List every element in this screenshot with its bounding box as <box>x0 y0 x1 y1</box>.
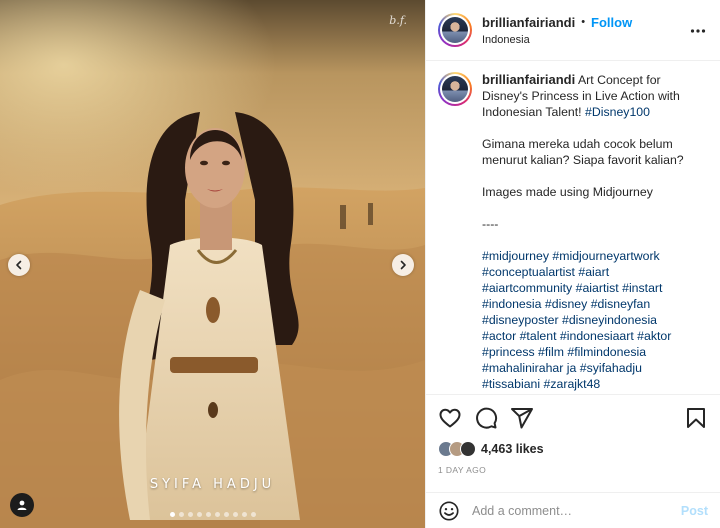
comments-area[interactable]: brillianfairiandi Art Concept for Disney… <box>426 62 720 394</box>
carousel-dot <box>196 512 202 517</box>
caption-username[interactable]: brillianfairiandi <box>482 72 575 87</box>
hashtag-line[interactable]: #tissabiani #zarajkt48 <box>482 376 704 392</box>
post-media[interactable]: b.f. SYIFA HADJU <box>0 0 425 528</box>
hashtag-line[interactable]: #aiartcommunity #aiartist #instart <box>482 280 704 296</box>
carousel-dot <box>232 512 238 517</box>
carousel-dot <box>214 512 220 517</box>
post-image <box>0 0 425 528</box>
caption-text: brillianfairiandi Art Concept for Disney… <box>482 72 704 392</box>
likes-count[interactable]: 4,463 likes <box>481 442 544 456</box>
location-link[interactable]: Indonesia <box>482 34 632 46</box>
post-side-panel: brillianfairiandi • Follow Indonesia bri… <box>425 0 720 528</box>
hashtag-link[interactable]: #Disney100 <box>585 105 650 119</box>
caption-row: brillianfairiandi Art Concept for Disney… <box>438 72 708 392</box>
follow-button[interactable]: Follow <box>591 15 632 30</box>
bookmark-icon[interactable] <box>684 406 708 430</box>
carousel-dot <box>250 512 256 517</box>
comment-icon[interactable] <box>474 406 498 430</box>
post-actions: 4,463 likes 1 DAY AGO <box>426 394 720 492</box>
chevron-left-icon <box>16 260 22 270</box>
caption-paragraph: Gimana mereka udah cocok belum menurut k… <box>482 137 684 167</box>
watermark: b.f. <box>389 14 407 27</box>
header-username[interactable]: brillianfairiandi <box>482 15 575 30</box>
caption-paragraph: Images made using Midjourney <box>482 185 653 199</box>
comment-input[interactable] <box>472 503 681 518</box>
emoji-icon[interactable] <box>438 500 460 522</box>
avatar <box>460 441 476 457</box>
hashtag-block[interactable]: #midjourney #midjourneyartwork #conceptu… <box>482 248 704 392</box>
hashtag-line[interactable]: #conceptualartist #aiart <box>482 264 704 280</box>
hashtag-line[interactable]: #actor #talent #indonesiaart #aktor <box>482 328 704 344</box>
carousel-dot <box>205 512 211 517</box>
hashtag-line[interactable]: #disneyposter #disneyindonesia <box>482 312 704 328</box>
hashtag-line[interactable]: #princess #film #filmindonesia <box>482 344 704 360</box>
carousel-dot <box>223 512 229 517</box>
hashtag-line[interactable]: #mahalinirahar ja #syifahadju <box>482 360 704 376</box>
carousel-dot <box>187 512 193 517</box>
liked-by-avatars[interactable] <box>438 441 476 457</box>
chevron-right-icon <box>400 260 406 270</box>
hashtag-line[interactable]: #indonesia #disney #disneyfan <box>482 296 704 312</box>
post-comment-button[interactable]: Post <box>681 504 708 518</box>
post-timestamp[interactable]: 1 DAY AGO <box>438 465 708 475</box>
post-header: brillianfairiandi • Follow Indonesia <box>426 0 720 61</box>
image-caption: SYIFA HADJU <box>149 477 276 492</box>
carousel-dot <box>178 512 184 517</box>
separator-dot: • <box>581 16 586 28</box>
avatar[interactable] <box>438 13 472 47</box>
caption-avatar[interactable] <box>438 72 472 106</box>
caption-divider: ---- <box>482 217 499 231</box>
carousel-dot <box>169 512 175 517</box>
carousel-dot <box>241 512 247 517</box>
previous-slide-button[interactable] <box>8 254 30 276</box>
comment-bar: Post <box>426 492 720 528</box>
carousel-indicators <box>0 512 425 517</box>
share-icon[interactable] <box>510 406 534 430</box>
more-icon[interactable] <box>690 24 706 38</box>
heart-icon[interactable] <box>438 406 462 430</box>
next-slide-button[interactable] <box>392 254 414 276</box>
user-tag-icon <box>17 500 27 510</box>
hashtag-line[interactable]: #midjourney #midjourneyartwork <box>482 248 704 264</box>
